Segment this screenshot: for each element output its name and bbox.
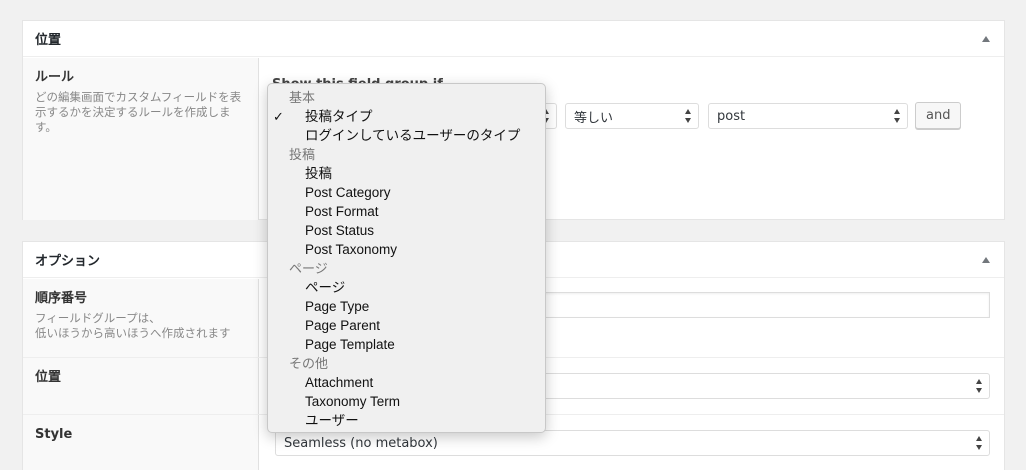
position-label: 位置 — [35, 370, 62, 385]
dropdown-option[interactable]: Post Taxonomy — [268, 240, 545, 259]
dropdown-group-label: ページ — [289, 261, 328, 276]
select-arrows-icon — [893, 109, 901, 123]
rule-operator-value: 等しい — [574, 110, 614, 126]
dropdown-option[interactable]: Post Format — [268, 202, 545, 221]
dropdown-group-label: 基本 — [289, 90, 316, 105]
rule-param-dropdown[interactable]: 基本 ✓ 投稿タイプ ログインしているユーザーのタイプ 投稿 投稿 Post C… — [267, 83, 546, 433]
select-arrows-icon — [684, 109, 692, 123]
order-label: 順序番号 — [35, 291, 88, 306]
collapse-toggle-icon[interactable] — [982, 35, 990, 42]
position-label-col: 位置 — [23, 358, 259, 414]
location-header[interactable]: 位置 — [23, 21, 1004, 57]
collapse-toggle-icon[interactable] — [982, 256, 990, 263]
dropdown-option[interactable]: Post Category — [268, 183, 545, 202]
rule-value-select[interactable]: post — [708, 103, 908, 129]
dropdown-option[interactable]: Page Type — [268, 297, 545, 316]
select-arrows-icon — [975, 436, 983, 450]
rule-value-value: post — [717, 108, 746, 124]
options-title: オプション — [35, 254, 101, 269]
style-select[interactable]: Seamless (no metabox) — [275, 430, 990, 456]
dropdown-group-label: 投稿 — [289, 147, 316, 162]
dropdown-option[interactable]: Attachment — [268, 373, 545, 392]
rule-operator-select[interactable]: 等しい — [565, 103, 699, 129]
style-select-value: Seamless (no metabox) — [284, 435, 438, 451]
dropdown-option[interactable]: 投稿 — [268, 164, 545, 183]
order-desc-line-2: 低いほうから高いほうへ作成されます — [35, 326, 231, 340]
rules-description: どの編集画面でカスタムフィールドを表示するかを決定するルールを作成します。 — [35, 90, 242, 134]
dropdown-option-label: 投稿タイプ — [305, 109, 373, 124]
dropdown-option-selected[interactable]: ✓ 投稿タイプ — [268, 107, 545, 126]
location-title: 位置 — [35, 33, 62, 48]
dropdown-option[interactable]: Taxonomy Term — [268, 392, 545, 411]
dropdown-option[interactable]: Page Parent — [268, 316, 545, 335]
and-button[interactable]: and — [915, 102, 962, 129]
dropdown-option[interactable]: ユーザー — [268, 411, 545, 430]
select-arrows-icon — [975, 379, 983, 393]
order-description: フィールドグループは、 低いほうから高いほうへ作成されます — [35, 311, 246, 341]
dropdown-group-label: その他 — [289, 356, 329, 371]
checkmark-icon: ✓ — [273, 109, 284, 124]
dropdown-option[interactable]: ログインしているユーザーのタイプ — [268, 126, 545, 145]
style-label: Style — [35, 427, 73, 442]
order-label-col: 順序番号 フィールドグループは、 低いほうから高いほうへ作成されます — [23, 279, 259, 357]
style-label-col: Style — [23, 415, 259, 470]
dropdown-option[interactable]: Page Template — [268, 335, 545, 354]
dropdown-option[interactable]: ページ — [268, 278, 545, 297]
rules-label-col: ルール どの編集画面でカスタムフィールドを表示するかを決定するルールを作成します… — [23, 58, 259, 220]
rules-label: ルール — [35, 70, 75, 85]
dropdown-option[interactable]: Post Status — [268, 221, 545, 240]
order-desc-line-1: フィールドグループは、 — [35, 311, 161, 325]
